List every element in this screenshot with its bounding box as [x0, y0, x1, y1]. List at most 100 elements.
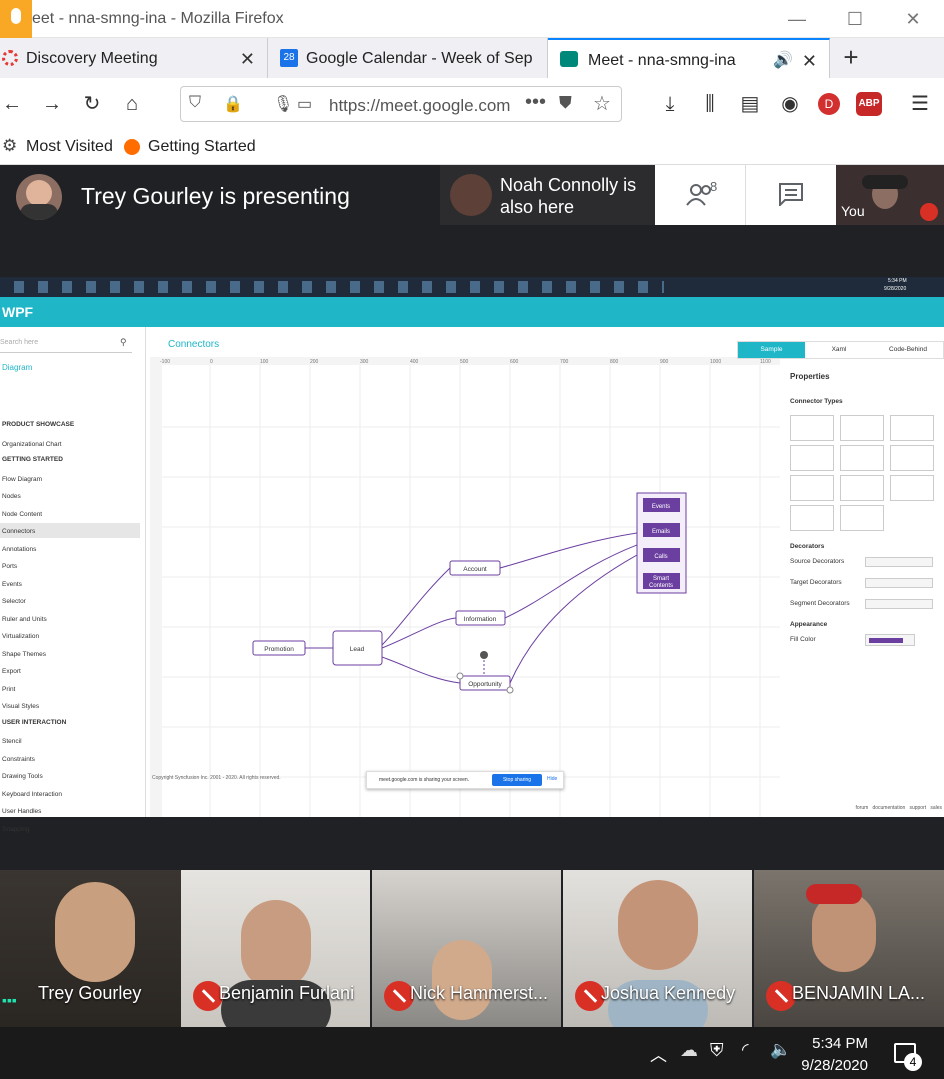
connector-type-straight-dashdot[interactable]	[840, 505, 884, 531]
chevron-up-icon[interactable]: ︿	[650, 1041, 667, 1066]
sidebar-search[interactable]: Search here	[0, 335, 132, 353]
minimize-button[interactable]: —	[784, 6, 810, 32]
tab-code-behind[interactable]: Code-Behind	[873, 342, 943, 358]
account-icon[interactable]: ◉	[778, 92, 802, 116]
forward-icon[interactable]: →	[40, 92, 64, 116]
self-view-tile[interactable]: You	[836, 165, 944, 225]
bookmark-star-icon[interactable]: ☆	[593, 91, 611, 116]
diagram-svg[interactable]: -100 0 100 200 300 400 500 600 700 800 900 1000 1100	[150, 327, 780, 817]
diagram-canvas[interactable]: Connectors -100 0 100 200 300 400 500 600 700 800…	[150, 327, 780, 817]
sidebar-item[interactable]: Ruler and Units	[2, 616, 47, 623]
bookmark-getting-started[interactable]: Getting Started	[148, 138, 256, 156]
tab-discovery-meeting[interactable]: Discovery Meeting ✕	[0, 38, 268, 78]
sidebar-section-heading[interactable]: USER INTERACTION	[2, 719, 66, 726]
back-icon[interactable]: ←	[0, 92, 24, 116]
sidebar-item[interactable]: Keyboard Interaction	[2, 791, 62, 798]
connector-type-bezier[interactable]	[890, 415, 934, 441]
camera-permission-icon[interactable]: ▭	[297, 94, 312, 114]
mic-permission-icon[interactable]: 🎙	[273, 94, 293, 114]
page-actions-icon[interactable]: •••	[525, 91, 546, 114]
participant-tile[interactable]: Nick Hammerst...	[372, 870, 561, 1028]
url-text[interactable]: https://meet.google.com	[329, 96, 510, 116]
stop-sharing-button[interactable]: Stop sharing	[492, 774, 542, 786]
people-button[interactable]: 8	[655, 165, 745, 225]
sidebar-item[interactable]: Export	[2, 668, 21, 675]
connector-type-orthogonal-bold[interactable]	[840, 445, 884, 471]
connector-type-rounded[interactable]	[790, 505, 834, 531]
sidebar-item[interactable]: Drawing Tools	[2, 773, 43, 780]
sidebar-item[interactable]: Shape Themes	[2, 651, 46, 658]
sidebar-item[interactable]: Stencil	[2, 738, 22, 745]
adblock-icon[interactable]: ABP	[856, 92, 882, 116]
diagram-link[interactable]: Diagram	[2, 363, 32, 372]
clock-time[interactable]: 5:34 PM	[808, 1035, 868, 1052]
sidebar-section-heading[interactable]: PRODUCT SHOWCASE	[2, 421, 74, 428]
connector-type-bezier-dashed[interactable]	[890, 475, 934, 501]
close-tab-icon[interactable]: ✕	[240, 38, 255, 78]
home-icon[interactable]: ⌂	[120, 92, 144, 116]
sidebar-item[interactable]: Virtualization	[2, 633, 39, 640]
segment-decorators-dropdown[interactable]	[865, 599, 933, 609]
participant-tile[interactable]: BENJAMIN LA...	[754, 870, 944, 1028]
sidebar-item[interactable]: Visual Styles	[2, 703, 39, 710]
participant-tile[interactable]: Joshua Kennedy	[563, 870, 752, 1028]
sidebar-item[interactable]: Events	[2, 581, 22, 588]
menu-icon[interactable]: ☰	[908, 92, 932, 116]
sidebar-item[interactable]: Print	[2, 686, 15, 693]
sidebar-item[interactable]: Flow Diagram	[2, 476, 42, 483]
download-icon[interactable]: ⤓	[658, 92, 682, 116]
tab-xaml[interactable]: Xaml	[805, 342, 873, 358]
sidebar-item[interactable]: Node Content	[2, 511, 42, 518]
lock-icon[interactable]: 🔒	[223, 94, 243, 114]
tab-meet[interactable]: Meet - nna-smng-ina 🔊 ✕	[548, 38, 830, 78]
link-support[interactable]: support	[909, 805, 926, 811]
source-decorators-dropdown[interactable]	[865, 557, 933, 567]
maximize-button[interactable]: ☐	[842, 6, 868, 32]
hide-button[interactable]: Hide	[547, 776, 557, 782]
chat-button[interactable]	[745, 165, 836, 225]
sidebar-item[interactable]: Constraints	[2, 756, 35, 763]
connector-type-straight-dashed[interactable]	[790, 475, 834, 501]
sidebar-section-heading[interactable]: GETTING STARTED	[2, 456, 63, 463]
tab-google-calendar[interactable]: 28 Google Calendar - Week of Sep	[268, 38, 548, 78]
sidebar-item[interactable]: Connectors	[2, 528, 35, 535]
link-documentation[interactable]: documentation	[872, 805, 905, 811]
volume-icon[interactable]: 🔈	[770, 1040, 791, 1060]
sidebar-item[interactable]: User Handles	[2, 808, 41, 815]
wifi-icon[interactable]: ◜	[742, 1040, 749, 1060]
participant-tile[interactable]: Benjamin Furlani	[181, 870, 370, 1028]
sidebar-item[interactable]: Ports	[2, 563, 17, 570]
connector-type-straight[interactable]	[790, 415, 834, 441]
fill-color-picker[interactable]	[865, 634, 915, 646]
sidebar-item[interactable]: Organizational Chart	[2, 441, 62, 448]
pocket-icon[interactable]: ⛊	[559, 93, 572, 113]
connector-type-bezier-bold[interactable]	[890, 445, 934, 471]
new-tab-button[interactable]: +	[838, 42, 864, 74]
reload-icon[interactable]: ↻	[80, 92, 104, 116]
close-window-button[interactable]: ✕	[900, 6, 926, 32]
bookmark-most-visited[interactable]: Most Visited	[26, 138, 113, 156]
link-forum[interactable]: forum	[856, 805, 869, 811]
connector-type-straight-bold[interactable]	[790, 445, 834, 471]
url-bar[interactable]: ⛉ 🔒 🎙 ▭ https://meet.google.com ••• ⛊ ☆	[180, 86, 622, 122]
sidebar-item[interactable]: Snapping	[2, 826, 29, 833]
participant-tile[interactable]: ▪▪▪ Trey Gourley	[0, 870, 189, 1028]
cloud-icon[interactable]: ☁	[680, 1040, 698, 1061]
security-shield-icon[interactable]: ⛨	[710, 1040, 724, 1061]
profile-extension-icon[interactable]: D	[818, 93, 840, 115]
sidebar-item[interactable]: Selector	[2, 598, 26, 605]
sidebar-item[interactable]: Annotations	[2, 546, 36, 553]
shield-icon[interactable]: ⛉	[189, 94, 201, 112]
search-icon[interactable]: ⚲	[120, 337, 127, 348]
library-icon[interactable]: ⫼	[698, 92, 722, 116]
close-tab-icon[interactable]: ✕	[802, 40, 817, 78]
link-sales[interactable]: sales	[930, 805, 942, 811]
connector-type-orthogonal[interactable]	[840, 415, 884, 441]
connector-type-orthogonal-dashed[interactable]	[840, 475, 884, 501]
target-decorators-dropdown[interactable]	[865, 578, 933, 588]
sidebar-icon[interactable]: ▤	[738, 92, 762, 116]
clock-date[interactable]: 9/28/2020	[800, 1057, 868, 1074]
tab-sample[interactable]: Sample	[738, 342, 805, 358]
sidebar-item[interactable]: Nodes	[2, 493, 21, 500]
speaker-icon[interactable]: 🔊	[773, 40, 793, 78]
